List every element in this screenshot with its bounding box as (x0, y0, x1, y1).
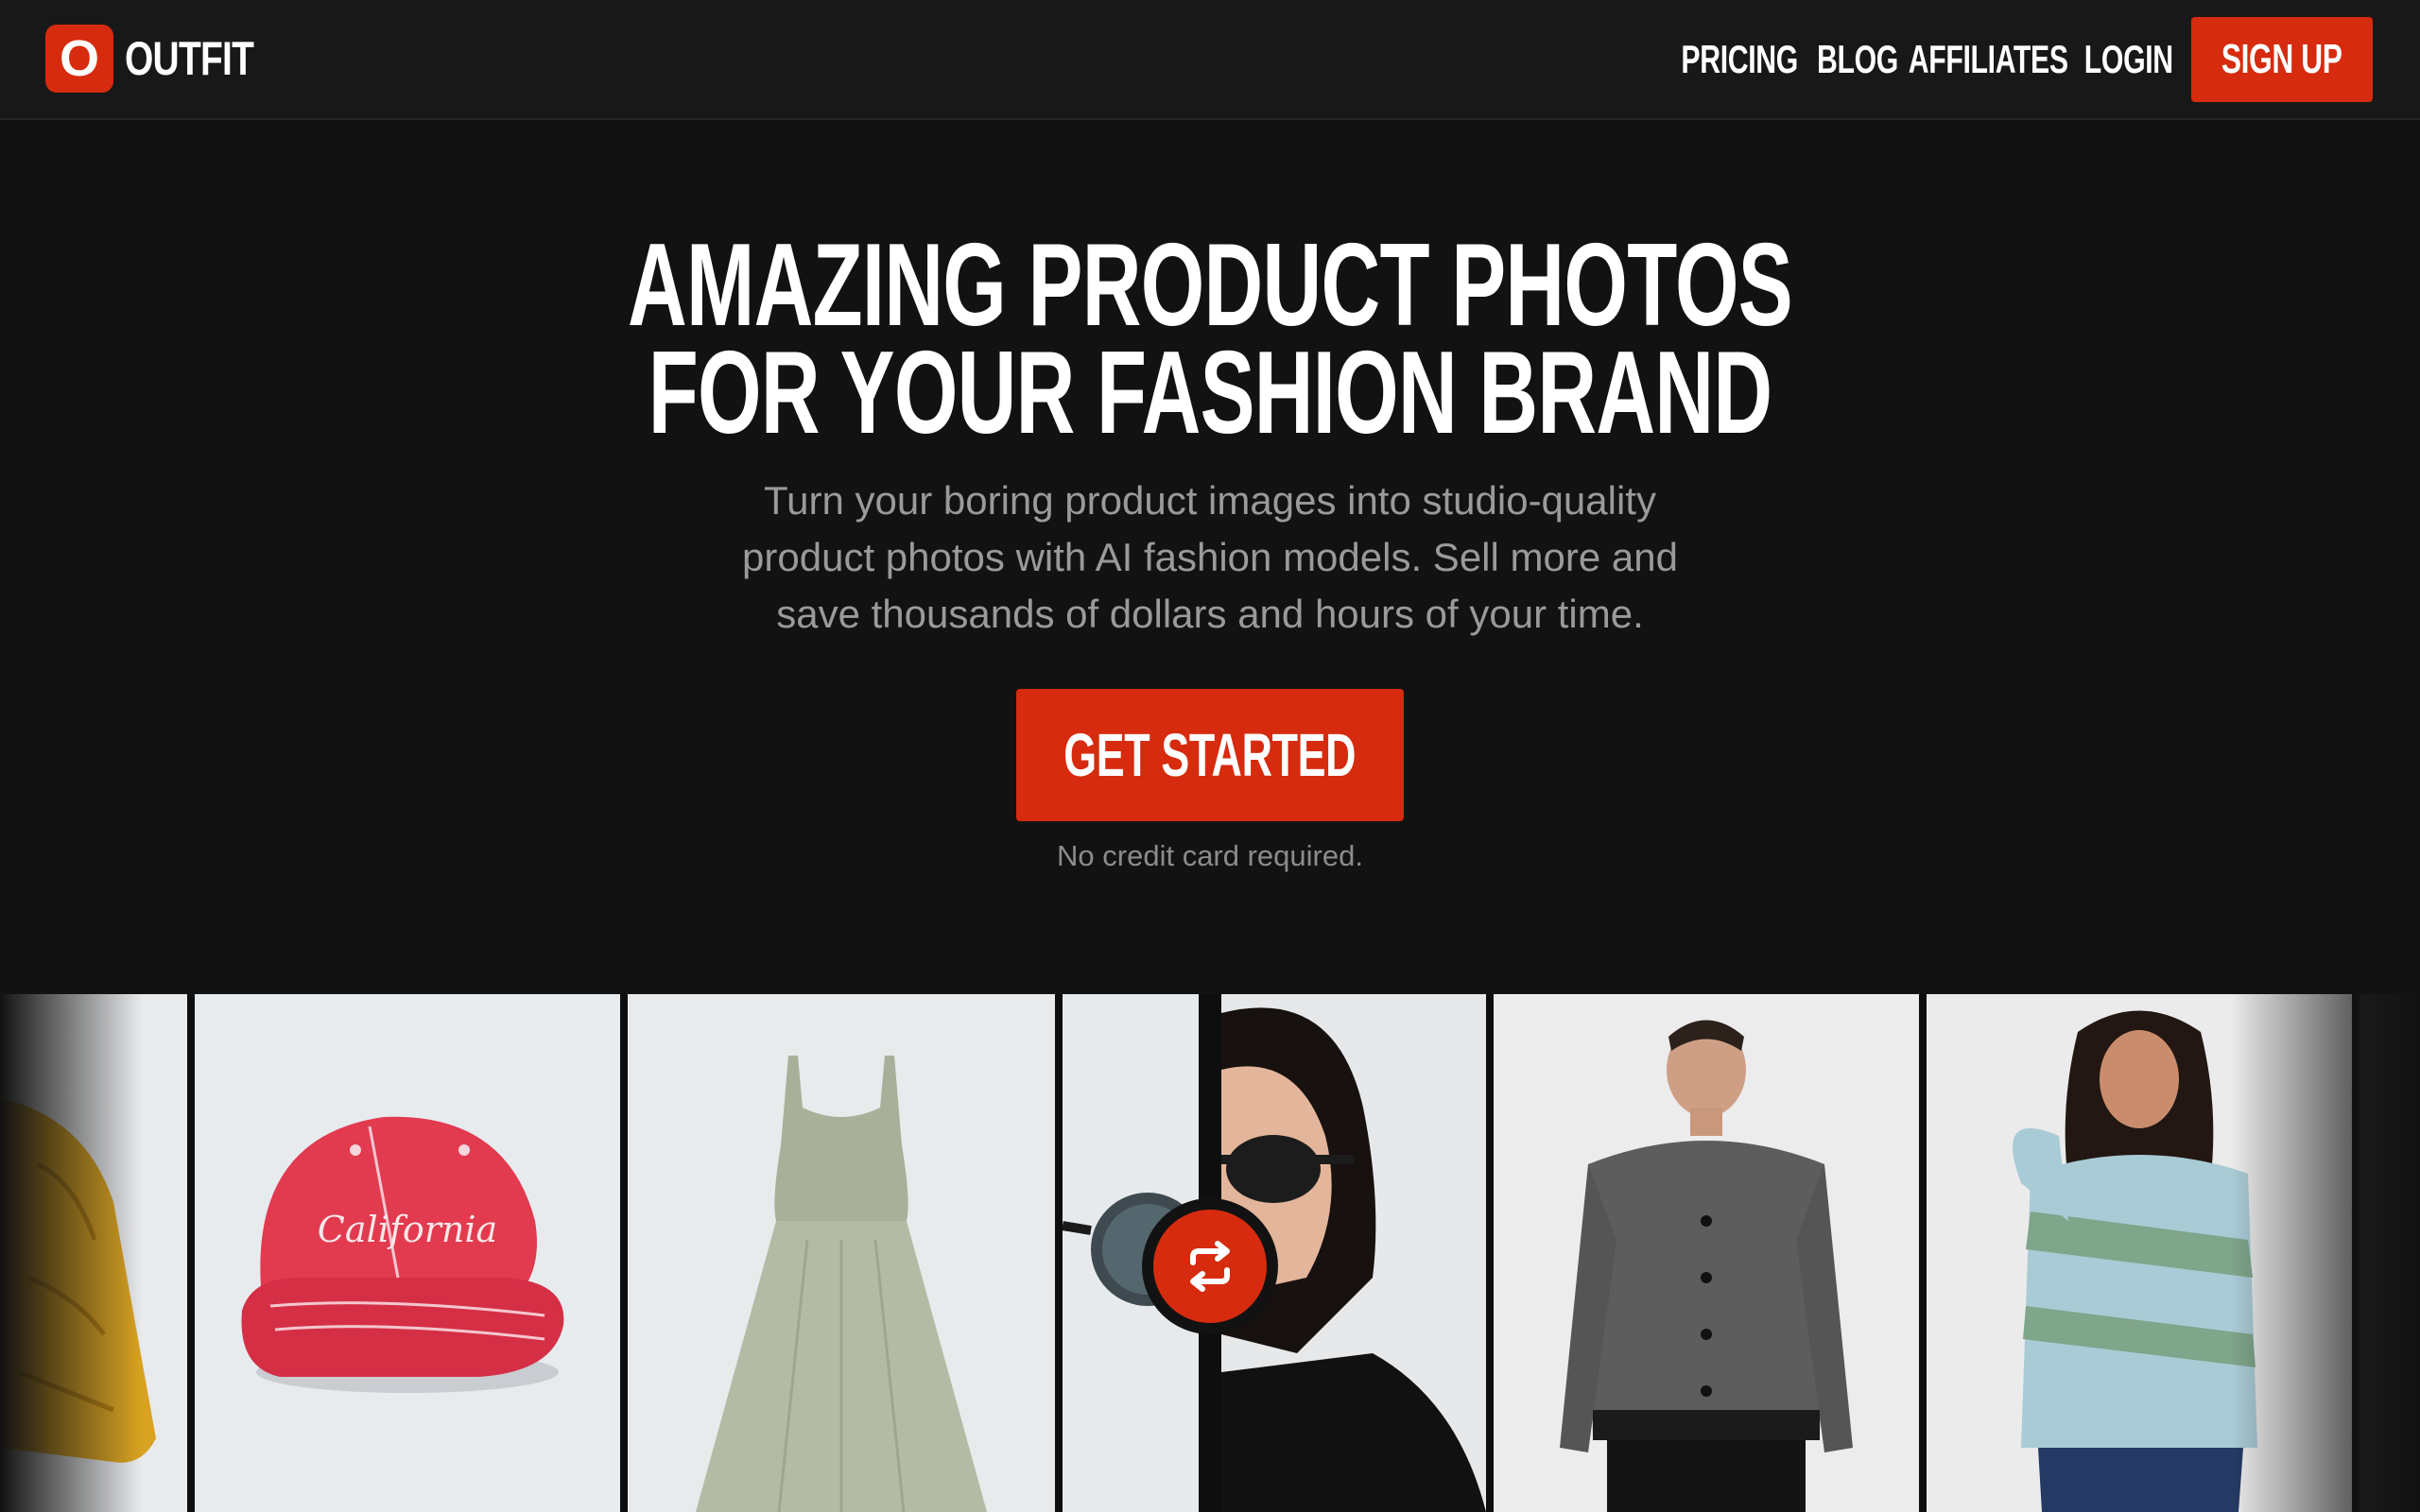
nav-links: PRICING BLOG AFFILIATES LOGIN SIGN UP (1669, 17, 2373, 102)
nav-pricing-link[interactable]: PRICING (1681, 37, 1798, 82)
nav-blog-link[interactable]: BLOG (1817, 37, 1898, 82)
logo[interactable]: O OUTFIT (45, 25, 290, 93)
cta-note: No credit card required. (1057, 839, 1363, 872)
gallery-fade-left (0, 994, 142, 1512)
cap-embroidery-text: California (318, 1209, 497, 1250)
hero-subtitle: Turn your boring product images into stu… (742, 478, 1678, 636)
logo-wordmark: OUTFIT (125, 32, 254, 85)
swap-button[interactable] (1142, 1198, 1278, 1334)
sign-up-button[interactable]: SIGN UP (2191, 17, 2373, 102)
nav-login-link[interactable]: LOGIN (2084, 37, 2173, 82)
red-cap-image: California (241, 1116, 564, 1393)
hero-title-line-1: AMAZING PRODUCT PHOTOS (628, 220, 1793, 351)
gallery-item-model-jacket (1494, 994, 1919, 1512)
model-tweed-jacket-image (1560, 1020, 1853, 1512)
get-started-button[interactable]: GET STARTED (1016, 689, 1404, 821)
gallery-item-dress (628, 994, 1055, 1512)
sign-up-label: SIGN UP (2221, 36, 2342, 82)
top-nav: O OUTFIT PRICING BLOG AFFILIATES LOGIN S… (0, 0, 2420, 120)
hero-title-line-2: FOR YOUR FASHION BRAND (648, 328, 1772, 458)
gallery-fade-right (2231, 994, 2420, 1512)
nav-affiliates-link[interactable]: AFFILIATES (1909, 37, 2068, 82)
get-started-label: GET STARTED (1063, 721, 1357, 789)
logo-mark: O (45, 25, 113, 93)
hero-title: AMAZING PRODUCT PHOTOS FOR YOUR FASHION … (0, 220, 2420, 458)
sage-dress-image (696, 1056, 987, 1512)
gallery-item-cap: California (195, 994, 620, 1512)
swap-arrows-icon (1190, 1241, 1230, 1292)
swap-button-face (1153, 1210, 1267, 1323)
